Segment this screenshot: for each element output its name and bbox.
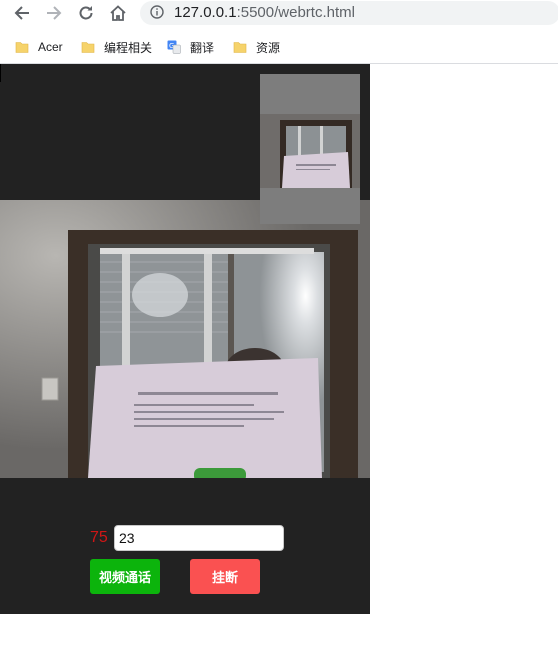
- forward-icon[interactable]: [42, 1, 66, 25]
- remote-video-frame: [0, 200, 370, 478]
- local-video-frame: [260, 74, 360, 224]
- back-icon[interactable]: [10, 1, 34, 25]
- bookmark-acer[interactable]: Acer: [15, 38, 63, 56]
- text-cursor: [0, 64, 1, 82]
- url-host: 127.0.0.1: [174, 4, 237, 21]
- video-call-button[interactable]: 视频通话: [90, 559, 160, 594]
- bookmark-translate[interactable]: G 翻译: [167, 38, 214, 56]
- folder-icon: [233, 42, 247, 53]
- url-path: :5500/webrtc.html: [236, 4, 355, 21]
- number-input[interactable]: [114, 525, 284, 551]
- reload-icon[interactable]: [74, 1, 98, 25]
- browser-toolbar: 127.0.0.1:5500/webrtc.html: [0, 0, 558, 30]
- translate-icon: G: [167, 40, 181, 54]
- counter-value: 75: [90, 529, 108, 546]
- local-video-preview: [260, 74, 360, 224]
- folder-icon: [15, 42, 29, 53]
- bookmarks-bar: Acer 编程相关 G 翻译 资源: [0, 30, 558, 64]
- bookmark-label: 编程相关: [104, 40, 153, 55]
- bookmark-resources[interactable]: 资源: [233, 38, 280, 56]
- info-icon[interactable]: [150, 5, 164, 19]
- home-icon[interactable]: [106, 1, 130, 25]
- folder-icon: [81, 42, 95, 53]
- video-call-stage: 75 视频通话 挂断: [0, 64, 370, 614]
- controls-row: 75: [90, 523, 284, 553]
- url-text: 127.0.0.1:5500/webrtc.html: [174, 4, 355, 21]
- bookmark-label: Acer: [38, 40, 63, 54]
- remote-video: [0, 200, 370, 478]
- bookmark-label: 资源: [256, 40, 281, 55]
- hangup-button[interactable]: 挂断: [190, 559, 260, 594]
- address-bar[interactable]: 127.0.0.1:5500/webrtc.html: [140, 1, 558, 25]
- bookmark-programming[interactable]: 编程相关: [81, 38, 152, 56]
- bookmark-label: 翻译: [190, 40, 215, 55]
